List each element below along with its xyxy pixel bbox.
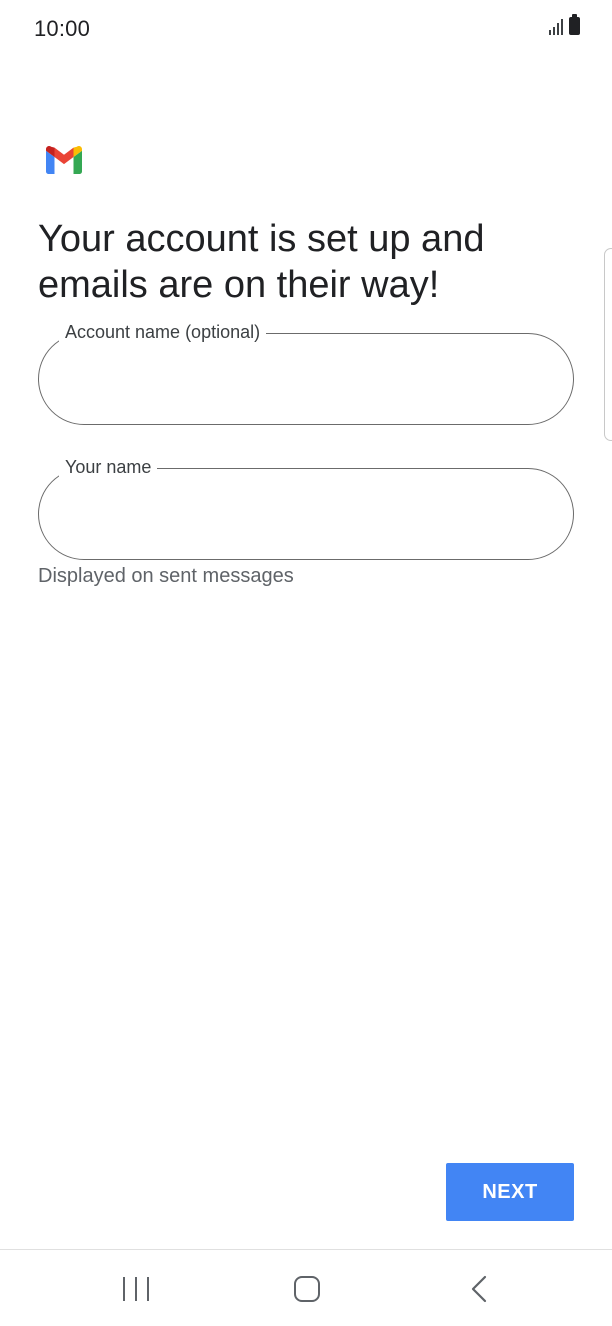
back-icon[interactable] <box>468 1274 492 1304</box>
your-name-label: Your name <box>59 455 158 479</box>
home-icon[interactable] <box>294 1276 320 1302</box>
account-name-field[interactable]: Account name (optional) <box>38 320 574 425</box>
your-name-input[interactable] <box>63 495 549 535</box>
screen: 10:00 Your account is set up and emails … <box>0 0 612 1326</box>
navigation-bar <box>0 1250 612 1326</box>
account-name-label: Account name (optional) <box>59 320 267 344</box>
edge-panel-handle[interactable] <box>604 248 612 441</box>
battery-icon <box>569 14 580 35</box>
account-name-input[interactable] <box>63 360 549 400</box>
status-time: 10:00 <box>34 16 91 41</box>
your-name-field[interactable]: Your name <box>38 455 574 560</box>
your-name-helper-text: Displayed on sent messages <box>38 565 294 587</box>
next-button[interactable]: NEXT <box>446 1163 574 1221</box>
recents-icon[interactable] <box>123 1277 149 1303</box>
page-title: Your account is set up and emails are on… <box>38 218 485 306</box>
gmail-logo-icon <box>46 146 82 174</box>
status-icons <box>549 14 580 35</box>
signal-icon <box>549 17 563 35</box>
